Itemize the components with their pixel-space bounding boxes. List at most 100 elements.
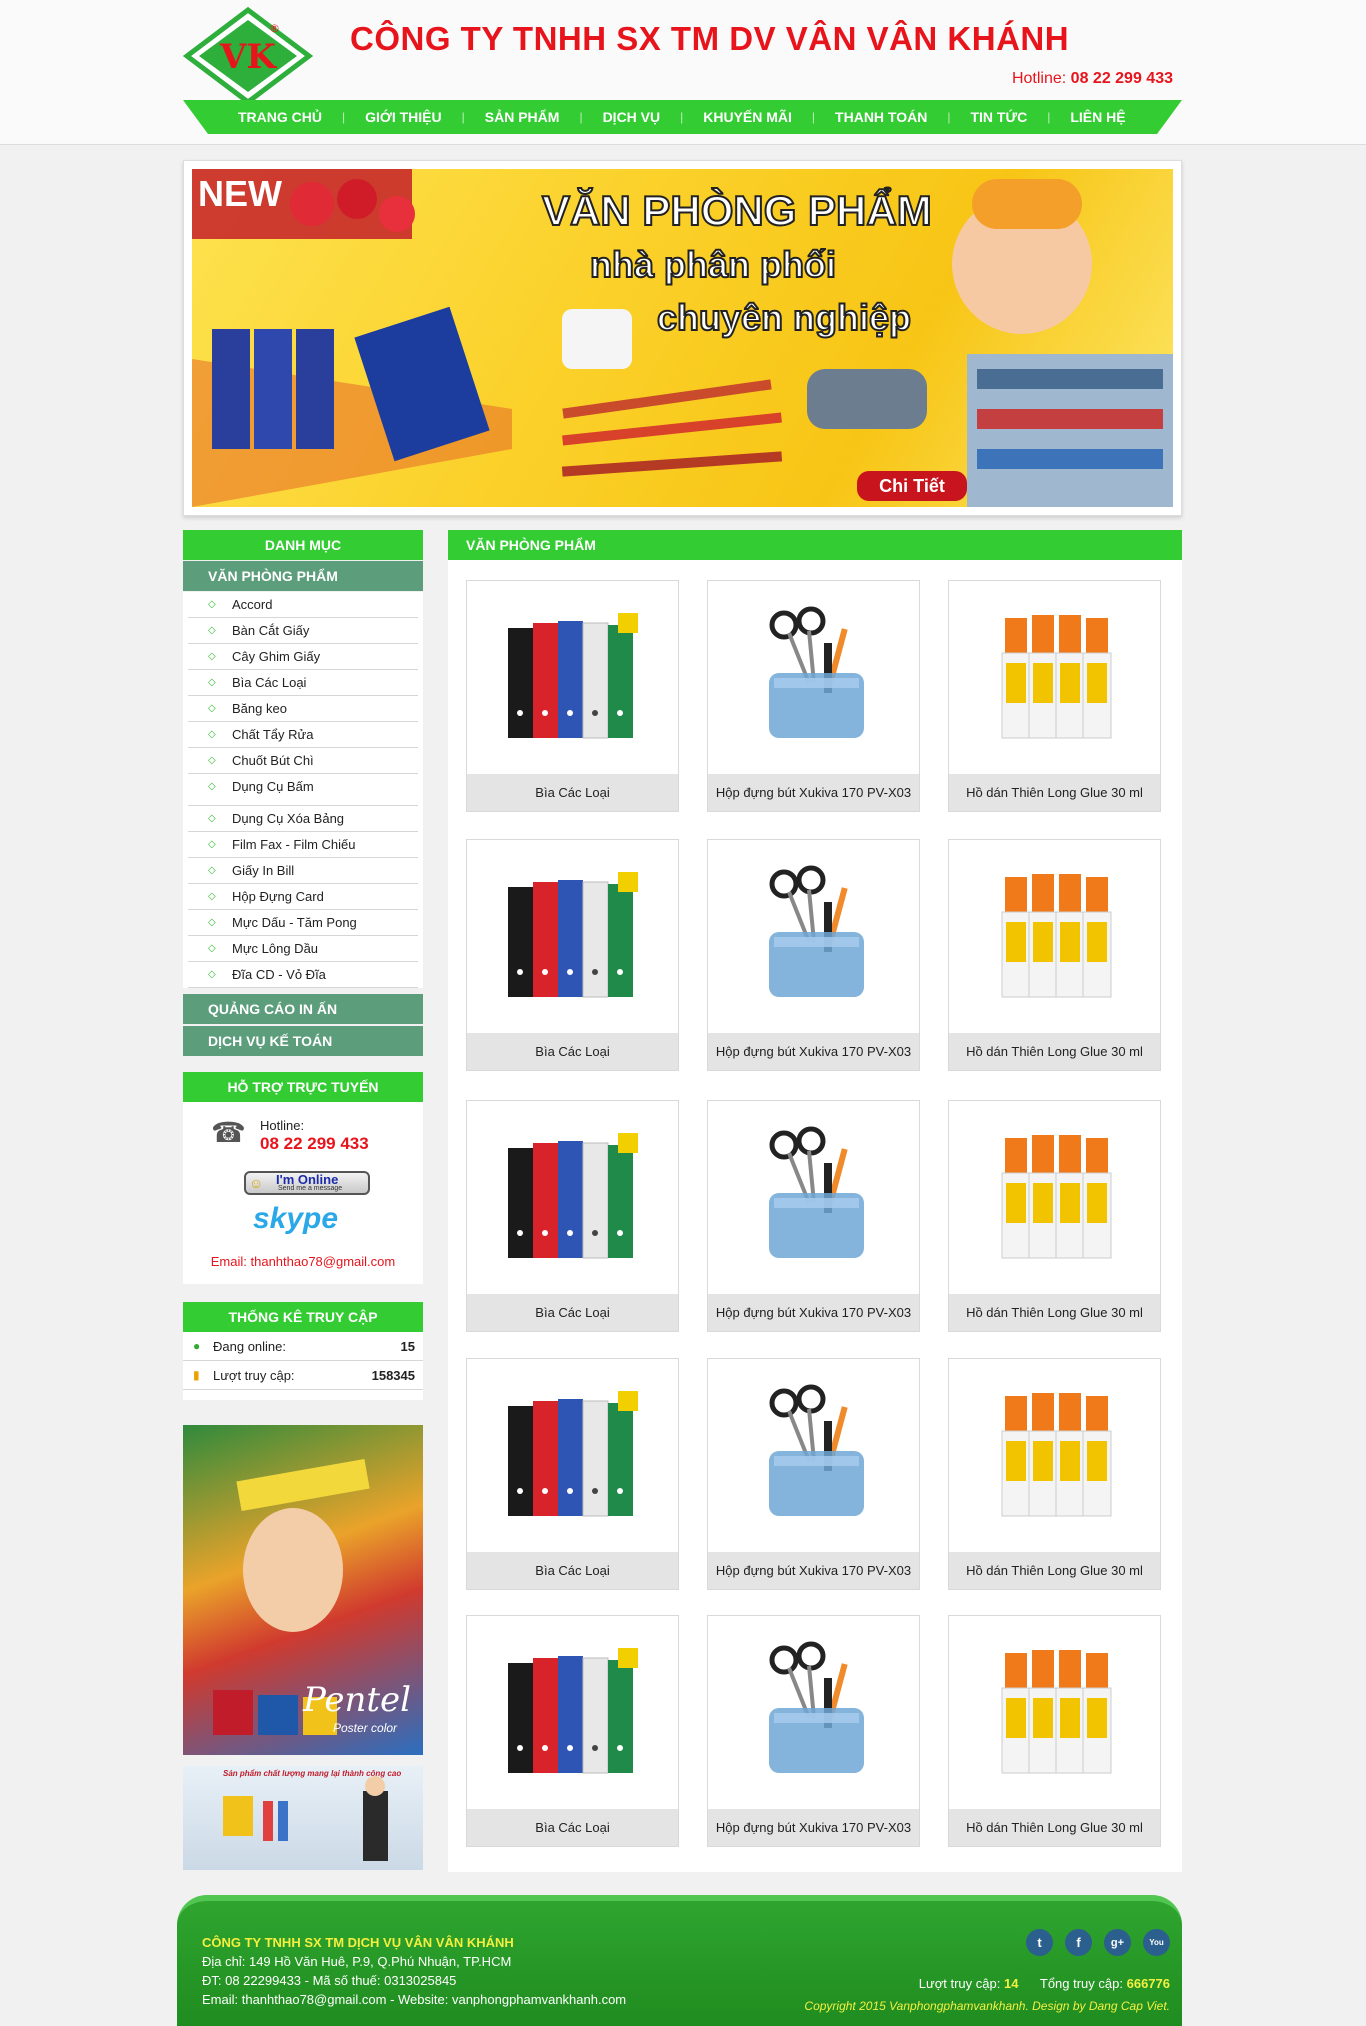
category-print-ads[interactable]: QUẢNG CÁO IN ẤN — [183, 994, 423, 1024]
category-item[interactable]: Dụng Cụ Xóa Bảng — [188, 806, 418, 832]
product-image[interactable] — [949, 840, 1160, 1033]
category-office-supplies[interactable]: VĂN PHÒNG PHẨM — [183, 561, 423, 591]
category-item[interactable]: Accord — [188, 592, 418, 618]
category-item[interactable]: Đĩa CD - Vỏ Đĩa — [188, 962, 418, 988]
category-accounting[interactable]: DỊCH VỤ KẾ TOÁN — [183, 1026, 423, 1056]
nav-contact[interactable]: LIÊN HỆ — [1050, 109, 1145, 125]
quality-advertisement[interactable]: Sản phẩm chất lượng mang lại thành công … — [183, 1766, 423, 1870]
youtube-icon[interactable]: You — [1143, 1929, 1170, 1956]
nav-promotions[interactable]: KHUYẾN MÃI — [683, 109, 812, 125]
nav-about[interactable]: GIỚI THIỆU — [345, 109, 462, 125]
yahoo-online-button[interactable]: ☺ I'm Online Send me a message — [244, 1171, 370, 1195]
facebook-icon[interactable]: f — [1065, 1929, 1092, 1956]
banner-new: NEW — [198, 173, 282, 214]
category-item[interactable]: Film Fax - Film Chiếu — [188, 832, 418, 858]
product-name[interactable]: Hộp đựng bút Xukiva 170 PV-X03 — [708, 1033, 919, 1070]
product-image[interactable] — [467, 1616, 678, 1809]
product-name[interactable]: Hồ dán Thiên Long Glue 30 ml — [949, 1552, 1160, 1589]
product-card[interactable]: Hồ dán Thiên Long Glue 30 ml — [948, 1100, 1161, 1332]
pen-holder-image — [768, 1384, 864, 1516]
hero-banner[interactable]: NEW VĂN PHÒNG PHẨM nhà phân phối chuyên … — [183, 160, 1182, 516]
product-card[interactable]: Bìa Các Loại — [466, 1615, 679, 1847]
product-image[interactable] — [949, 581, 1160, 774]
product-name[interactable]: Bìa Các Loại — [467, 1809, 678, 1846]
product-image[interactable] — [949, 1101, 1160, 1294]
category-item[interactable]: Bàn Cắt Giấy — [188, 618, 418, 644]
category-item[interactable]: Giấy In Bill — [188, 858, 418, 884]
pen-holder-image — [768, 606, 864, 738]
product-image[interactable] — [467, 1359, 678, 1552]
pentel-advertisement[interactable]: Pentel Poster color — [183, 1425, 423, 1755]
nav-news[interactable]: TIN TỨC — [950, 109, 1047, 125]
product-card[interactable]: Hộp đựng bút Xukiva 170 PV-X03 — [707, 1100, 920, 1332]
product-card[interactable]: Hồ dán Thiên Long Glue 30 ml — [948, 580, 1161, 812]
nav-payment[interactable]: THANH TOÁN — [815, 109, 947, 125]
category-item[interactable]: Dụng Cụ Bấm — [188, 774, 418, 806]
product-name[interactable]: Hồ dán Thiên Long Glue 30 ml — [949, 774, 1160, 811]
product-name[interactable]: Hộp đựng bút Xukiva 170 PV-X03 — [708, 774, 919, 811]
company-logo[interactable]: VK ® — [182, 6, 314, 106]
banner-detail-button[interactable]: Chi Tiết — [857, 471, 967, 501]
skype-button[interactable]: skype — [253, 1202, 338, 1236]
product-image[interactable] — [949, 1359, 1160, 1552]
product-card[interactable]: Hộp đựng bút Xukiva 170 PV-X03 — [707, 1358, 920, 1590]
hotline-number[interactable]: 08 22 299 433 — [1071, 70, 1173, 87]
product-name[interactable]: Bìa Các Loại — [467, 1552, 678, 1589]
product-card[interactable]: Bìa Các Loại — [466, 1358, 679, 1590]
category-item[interactable]: Chuốt Bút Chì — [188, 748, 418, 774]
product-name[interactable]: Bìa Các Loại — [467, 1294, 678, 1331]
google-plus-icon[interactable]: g+ — [1104, 1929, 1131, 1956]
nav-products[interactable]: SẢN PHẨM — [465, 109, 580, 125]
glue-bottles-image — [1001, 1649, 1111, 1773]
product-name[interactable]: Hồ dán Thiên Long Glue 30 ml — [949, 1294, 1160, 1331]
nav-home[interactable]: TRANG CHỦ — [218, 109, 342, 125]
binders-image — [507, 1647, 638, 1773]
product-card[interactable]: Hồ dán Thiên Long Glue 30 ml — [948, 1615, 1161, 1847]
product-image[interactable] — [949, 1616, 1160, 1809]
footer-company: CÔNG TY TNHH SX TM DỊCH VỤ VÂN VÂN KHÁNH — [202, 1935, 514, 1950]
product-card[interactable]: Hồ dán Thiên Long Glue 30 ml — [948, 839, 1161, 1071]
bar-chart-icon: ▮ — [193, 1368, 200, 1382]
category-item[interactable]: Hộp Đựng Card — [188, 884, 418, 910]
product-name[interactable]: Hồ dán Thiên Long Glue 30 ml — [949, 1809, 1160, 1846]
product-card[interactable]: Hộp đựng bút Xukiva 170 PV-X03 — [707, 1615, 920, 1847]
category-item[interactable]: Chất Tẩy Rửa — [188, 722, 418, 748]
nav-services[interactable]: DỊCH VỤ — [583, 109, 681, 125]
product-image[interactable] — [467, 581, 678, 774]
product-image[interactable] — [467, 840, 678, 1033]
product-name[interactable]: Hồ dán Thiên Long Glue 30 ml — [949, 1033, 1160, 1070]
product-card[interactable]: Hồ dán Thiên Long Glue 30 ml — [948, 1358, 1161, 1590]
product-name[interactable]: Bìa Các Loại — [467, 774, 678, 811]
ad2-illustration — [223, 1776, 388, 1861]
product-card[interactable]: Hộp đựng bút Xukiva 170 PV-X03 — [707, 580, 920, 812]
category-item[interactable]: Mực Dấu - Tăm Pong — [188, 910, 418, 936]
ad2-text: Sản phẩm chất lượng mang lại thành công … — [223, 1769, 402, 1778]
product-name[interactable]: Hộp đựng bút Xukiva 170 PV-X03 — [708, 1294, 919, 1331]
footer-total-value: 666776 — [1126, 1976, 1170, 1991]
logo-icon: VK ® — [182, 6, 314, 106]
product-image[interactable] — [708, 1101, 919, 1294]
product-card[interactable]: Bìa Các Loại — [466, 1100, 679, 1332]
category-item[interactable]: Cây Ghim Giấy — [188, 644, 418, 670]
product-name[interactable]: Hộp đựng bút Xukiva 170 PV-X03 — [708, 1552, 919, 1589]
product-card[interactable]: Bìa Các Loại — [466, 839, 679, 1071]
footer-email-web[interactable]: Email: thanhthao78@gmail.com - Website: … — [202, 1990, 626, 2009]
product-image[interactable] — [708, 840, 919, 1033]
twitter-icon[interactable]: t — [1026, 1929, 1053, 1956]
product-image[interactable] — [708, 1616, 919, 1809]
category-item[interactable]: Băng keo — [188, 696, 418, 722]
product-image[interactable] — [467, 1101, 678, 1294]
support-email[interactable]: Email: thanhthao78@gmail.com — [183, 1254, 423, 1269]
support-hotline-number[interactable]: 08 22 299 433 — [260, 1134, 369, 1154]
category-item[interactable]: Bìa Các Loại — [188, 670, 418, 696]
product-name[interactable]: Bìa Các Loại — [467, 1033, 678, 1070]
product-name[interactable]: Hộp đựng bút Xukiva 170 PV-X03 — [708, 1809, 919, 1846]
glue-bottles-image — [1001, 1134, 1111, 1258]
product-card[interactable]: Hộp đựng bút Xukiva 170 PV-X03 — [707, 839, 920, 1071]
product-image[interactable] — [708, 1359, 919, 1552]
category-item[interactable]: Mực Lông Dầu — [188, 936, 418, 962]
support-hotline-label: Hotline: — [260, 1118, 305, 1133]
product-card[interactable]: Bìa Các Loại — [466, 580, 679, 812]
product-image[interactable] — [708, 581, 919, 774]
company-name: CÔNG TY TNHH SX TM DV VÂN VÂN KHÁNH — [350, 20, 1070, 57]
